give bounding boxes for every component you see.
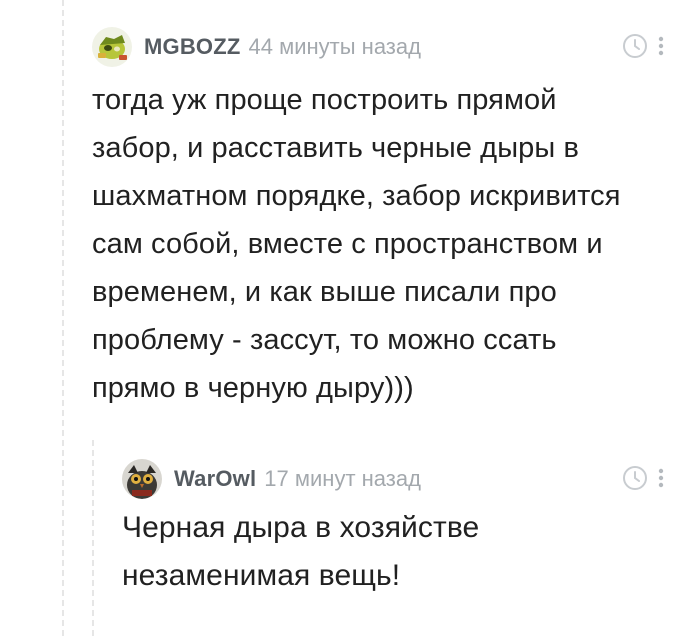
avatar[interactable] [122, 459, 162, 499]
comment-text-line: шахматном порядке, забор искривится [92, 180, 621, 212]
more-options-icon[interactable] [658, 35, 664, 57]
comment-header: MGBOZZ 44 минуты назад [92, 26, 682, 68]
comment-text-line: сам собой, вместе с пространством и [92, 228, 603, 260]
author-name[interactable]: WarOwl [174, 466, 256, 492]
comment-text-line: проблему - зассут, то можно ссать [92, 324, 557, 356]
owl-avatar-icon [122, 459, 162, 499]
clock-icon[interactable] [622, 465, 648, 491]
thread-line [62, 0, 64, 636]
timestamp[interactable]: 44 минуты назад [249, 34, 421, 60]
comment-text-line: Черная дыра в хозяйстве [122, 511, 480, 544]
clock-icon[interactable] [622, 33, 648, 59]
comment-actions [622, 465, 664, 491]
timestamp[interactable]: 17 минут назад [264, 466, 421, 492]
comment-text-line: прямо в черную дыру))) [92, 372, 414, 404]
avatar[interactable] [92, 27, 132, 67]
comment-header: WarOwl 17 минут назад [122, 458, 682, 500]
toy-figure-avatar-icon [92, 27, 132, 67]
comment-text: Черная дыра в хозяйстве незаменимая вещь… [122, 504, 682, 600]
author-name[interactable]: MGBOZZ [144, 34, 241, 60]
comment-text: тогда уж проще построить прямой забор, и… [92, 76, 682, 412]
comment-text-line: забор, и расставить черные дыры в [92, 132, 579, 164]
reply-comment: WarOwl 17 минут назад Черная дыра в хозя… [122, 458, 682, 600]
comment: MGBOZZ 44 минуты назад тогда уж проще по… [92, 26, 682, 412]
comment-text-line: тогда уж проще построить прямой [92, 84, 557, 116]
comment-text-line: незаменимая вещь! [122, 559, 401, 592]
comment-text-line: временем, и как выше писали про [92, 276, 557, 308]
comment-actions [622, 33, 664, 59]
more-options-icon[interactable] [658, 467, 664, 489]
reply-thread-line [92, 440, 94, 636]
